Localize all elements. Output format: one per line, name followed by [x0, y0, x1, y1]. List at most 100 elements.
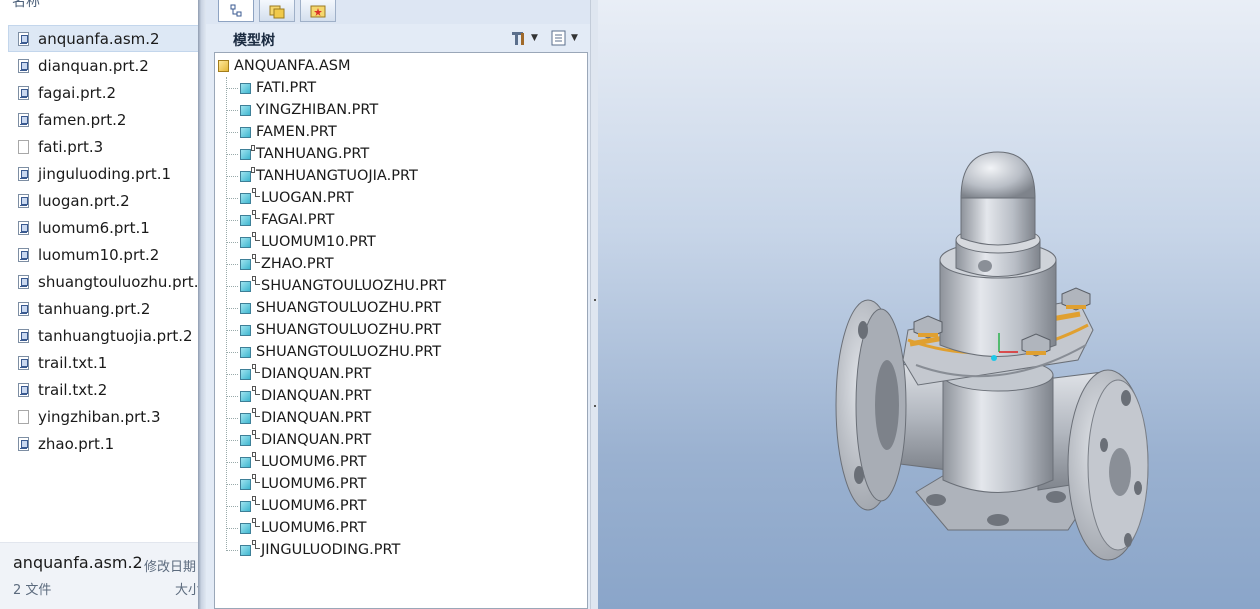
- tree-item[interactable]: DIANQUAN.PRT: [226, 385, 446, 407]
- packaged-status-icon: [251, 167, 255, 173]
- pro-file-icon: [18, 193, 29, 208]
- file-row[interactable]: tanhuangtuojia.prt.2: [8, 322, 198, 349]
- safety-valve-3d-model[interactable]: [598, 0, 1260, 609]
- navigator-tab-strip: [206, 0, 590, 24]
- file-row[interactable]: trail.txt.2: [8, 376, 198, 403]
- modified-date-label: 修改日期: [144, 560, 197, 575]
- file-row[interactable]: trail.txt.1: [8, 349, 198, 376]
- placement-status-icon: [252, 386, 260, 396]
- part-icon: [240, 368, 251, 380]
- tree-item-label: DIANQUAN.PRT: [261, 366, 372, 382]
- file-row[interactable]: zhao.prt.1: [8, 430, 198, 457]
- file-row[interactable]: shuangtouluozhu.prt.2: [8, 268, 198, 295]
- folder-browser-icon: [269, 5, 285, 18]
- pro-file-icon: [18, 220, 29, 235]
- tree-root-label: ANQUANFA.ASM: [234, 58, 351, 74]
- file-name: shuangtouluozhu.prt.2: [38, 272, 198, 291]
- tree-item[interactable]: TANHUANG.PRT: [226, 143, 446, 165]
- blank-file-icon: [18, 139, 29, 154]
- file-name: tanhuangtuojia.prt.2: [38, 326, 193, 345]
- file-row[interactable]: fati.prt.3: [8, 133, 198, 160]
- tree-item[interactable]: FAMEN.PRT: [226, 121, 446, 143]
- tree-item-label: YINGZHIBAN.PRT: [256, 102, 379, 118]
- tree-item[interactable]: SHUANGTOULUOZHU.PRT: [226, 297, 446, 319]
- pro-file-icon: [18, 85, 29, 100]
- graphics-viewport[interactable]: [598, 0, 1260, 609]
- settings-tools-button[interactable]: ▼: [509, 28, 538, 48]
- tree-item[interactable]: SHUANGTOULUOZHU.PRT: [226, 319, 446, 341]
- selected-file-name: anquanfa.asm.2: [13, 553, 143, 572]
- file-row[interactable]: anquanfa.asm.2: [8, 25, 198, 52]
- tree-item[interactable]: DIANQUAN.PRT: [226, 429, 446, 451]
- tree-item[interactable]: SHUANGTOULUOZHU.PRT: [226, 275, 446, 297]
- part-icon: [240, 104, 251, 116]
- file-name: luomum10.prt.2: [38, 245, 160, 264]
- file-name: trail.txt.1: [38, 353, 108, 372]
- show-options-button[interactable]: ▼: [549, 28, 578, 48]
- tree-item[interactable]: LUOMUM6.PRT: [226, 517, 446, 539]
- tree-root-assembly[interactable]: ANQUANFA.ASM: [218, 58, 350, 74]
- file-count-label: 2 文件: [13, 583, 52, 598]
- pro-file-icon: [18, 355, 29, 370]
- tree-item[interactable]: DIANQUAN.PRT: [226, 363, 446, 385]
- dome-cap: [960, 151, 1036, 246]
- tree-item[interactable]: LUOGAN.PRT: [226, 187, 446, 209]
- part-icon: [240, 346, 251, 358]
- file-row[interactable]: luogan.prt.2: [8, 187, 198, 214]
- tree-item[interactable]: LUOMUM6.PRT: [226, 495, 446, 517]
- tree-item[interactable]: FAGAI.PRT: [226, 209, 446, 231]
- file-row[interactable]: fagai.prt.2: [8, 79, 198, 106]
- file-row[interactable]: dianquan.prt.2: [8, 52, 198, 79]
- part-icon: [240, 170, 251, 182]
- file-row[interactable]: luomum10.prt.2: [8, 241, 198, 268]
- tree-items: FATI.PRT YINGZHIBAN.PRT FAMEN.PRT TANHUANG.…: [226, 77, 446, 561]
- tree-item-label: ZHAO.PRT: [261, 256, 334, 272]
- window-frame-edge: [198, 0, 206, 609]
- tree-item[interactable]: JINGULUODING.PRT: [226, 539, 446, 561]
- tree-item-label: FAMEN.PRT: [256, 124, 337, 140]
- placement-status-icon: [252, 254, 260, 264]
- file-row[interactable]: luomum6.prt.1: [8, 214, 198, 241]
- pro-file-icon: [18, 274, 29, 289]
- file-name: luomum6.prt.1: [38, 218, 150, 237]
- placement-status-icon: [252, 364, 260, 374]
- pro-file-icon: [18, 166, 29, 181]
- model-tree-tab[interactable]: [218, 0, 254, 22]
- file-name: fati.prt.3: [38, 137, 104, 156]
- file-name: luogan.prt.2: [38, 191, 130, 210]
- tree-item[interactable]: YINGZHIBAN.PRT: [226, 99, 446, 121]
- placement-status-icon: [252, 408, 260, 418]
- show-options-icon: [551, 30, 566, 46]
- tree-item-label: LUOMUM6.PRT: [261, 498, 367, 514]
- pro-file-icon: [18, 328, 29, 343]
- tree-item-label: LUOMUM6.PRT: [261, 476, 367, 492]
- folder-browser-tab[interactable]: [259, 0, 295, 22]
- tree-item[interactable]: SHUANGTOULUOZHU.PRT: [226, 341, 446, 363]
- file-name: tanhuang.prt.2: [38, 299, 151, 318]
- tree-item[interactable]: LUOMUM6.PRT: [226, 473, 446, 495]
- placement-status-icon: [252, 452, 260, 462]
- favorites-tab[interactable]: [300, 0, 336, 22]
- pro-file-icon: [18, 301, 29, 316]
- tree-item[interactable]: TANHUANGTUOJIA.PRT: [226, 165, 446, 187]
- tree-item[interactable]: FATI.PRT: [226, 77, 446, 99]
- part-icon: [240, 148, 251, 160]
- file-row[interactable]: tanhuang.prt.2: [8, 295, 198, 322]
- tree-item-label: DIANQUAN.PRT: [261, 388, 372, 404]
- pro-file-icon: [18, 436, 29, 451]
- file-row[interactable]: yingzhiban.prt.3: [8, 403, 198, 430]
- settings-tools-icon: [512, 32, 524, 45]
- assembly-icon: [218, 60, 229, 72]
- part-icon: [240, 126, 251, 138]
- file-row[interactable]: jinguluoding.prt.1: [8, 160, 198, 187]
- tree-item[interactable]: ZHAO.PRT: [226, 253, 446, 275]
- name-column-header[interactable]: 名称: [12, 0, 40, 11]
- part-icon: [240, 522, 251, 534]
- file-row[interactable]: famen.prt.2: [8, 106, 198, 133]
- tree-item[interactable]: LUOMUM6.PRT: [226, 451, 446, 473]
- tree-item-label: SHUANGTOULUOZHU.PRT: [256, 344, 442, 360]
- tree-item[interactable]: DIANQUAN.PRT: [226, 407, 446, 429]
- chevron-down-icon: ▼: [571, 33, 578, 43]
- tree-item[interactable]: LUOMUM10.PRT: [226, 231, 446, 253]
- tree-item-label: FATI.PRT: [256, 80, 317, 96]
